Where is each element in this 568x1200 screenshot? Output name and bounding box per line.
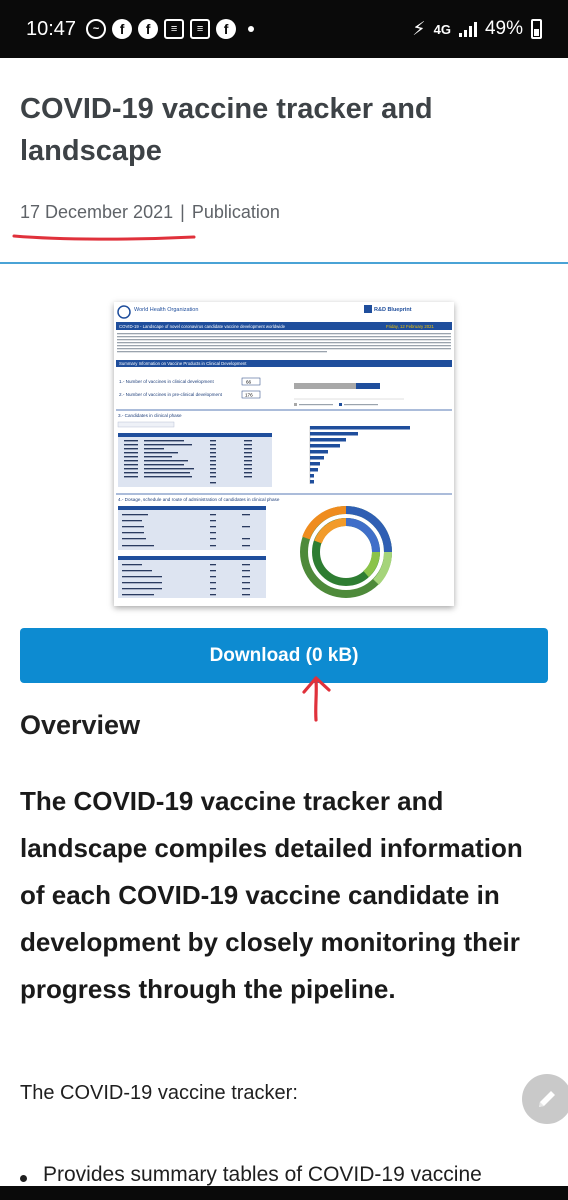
facebook-icon: f [112, 19, 133, 39]
document-preview-image: World Health Organization R&D Blueprint … [116, 305, 452, 598]
overview-lead-text: The COVID-19 vaccine tracker and landsca… [20, 786, 523, 1004]
status-bar: 10:47 ~ f f ≡ ≡ f ⚡ 4G 49% [0, 0, 568, 58]
publication-type[interactable]: Publication [192, 202, 280, 222]
thumb-summary-header: Summary Information on Vaccine Products … [119, 361, 247, 366]
publication-date: 17 December 2021 [20, 202, 174, 222]
news-icon: ≡ [190, 19, 211, 39]
thumb-brand: R&D Blueprint [374, 307, 412, 313]
signal-icon [458, 21, 477, 37]
list-item-text: Provides summary tables of COVID-19 vacc… [43, 1163, 482, 1186]
svg-text:1.- Number of vaccines in clin: 1.- Number of vaccines in clinical devel… [119, 379, 214, 384]
who-logo-icon [117, 305, 131, 319]
meta-separator: | [180, 202, 185, 222]
svg-text:66: 66 [246, 380, 252, 385]
status-time: 10:47 [26, 17, 77, 40]
publication-meta: 17 December 2021 | Publication [20, 202, 280, 223]
svg-text:3.- Candidates in clinical pha: 3.- Candidates in clinical phase [118, 413, 182, 418]
wifi-calling-icon: ⚡ [412, 18, 426, 40]
page-title: COVID-19 vaccine tracker and landscape [20, 93, 433, 167]
notification-icons: ~ f f ≡ ≡ f [86, 19, 255, 39]
facebook-icon: f [138, 19, 159, 39]
svg-text:4.- Dosage, schedule and route: 4.- Dosage, schedule and route of admini… [118, 497, 280, 502]
list-item: Provides summary tables of COVID-19 vacc… [20, 1163, 560, 1187]
header-divider [0, 262, 568, 264]
overview-paragraph: The COVID-19 vaccine tracker: [20, 1082, 298, 1104]
battery-icon [531, 19, 542, 39]
thumb-banner: COVID-19 - Landscape of novel coronaviru… [119, 324, 286, 329]
bullet-icon [20, 1175, 27, 1182]
thumb-org: World Health Organization [134, 307, 198, 313]
edit-fab-button[interactable] [522, 1074, 568, 1124]
network-type: 4G [433, 21, 451, 37]
system-nav-bar [0, 1186, 568, 1200]
document-thumbnail[interactable]: World Health Organization R&D Blueprint … [114, 302, 454, 606]
pencil-icon [539, 1091, 555, 1107]
red-underline-annotation [12, 234, 196, 241]
battery-level: 49% [484, 18, 523, 39]
svg-text:176: 176 [245, 393, 253, 398]
svg-text:2.- Number of vaccines in pre-: 2.- Number of vaccines in pre-clinical d… [119, 392, 223, 397]
download-button[interactable]: Download (0 kB) [20, 628, 548, 683]
system-icons: ⚡ 4G 49% [412, 18, 542, 41]
thumb-banner-date: Friday, 12 February 2021 [386, 324, 435, 329]
news-icon: ≡ [164, 19, 185, 39]
thumb-donut-chart [300, 505, 393, 598]
rd-blueprint-icon [364, 305, 372, 313]
more-notifications-icon [248, 26, 255, 32]
overview-heading: Overview [20, 710, 141, 740]
messenger-icon: ~ [86, 19, 107, 39]
red-arrow-annotation [302, 676, 331, 722]
facebook-icon: f [216, 19, 237, 39]
